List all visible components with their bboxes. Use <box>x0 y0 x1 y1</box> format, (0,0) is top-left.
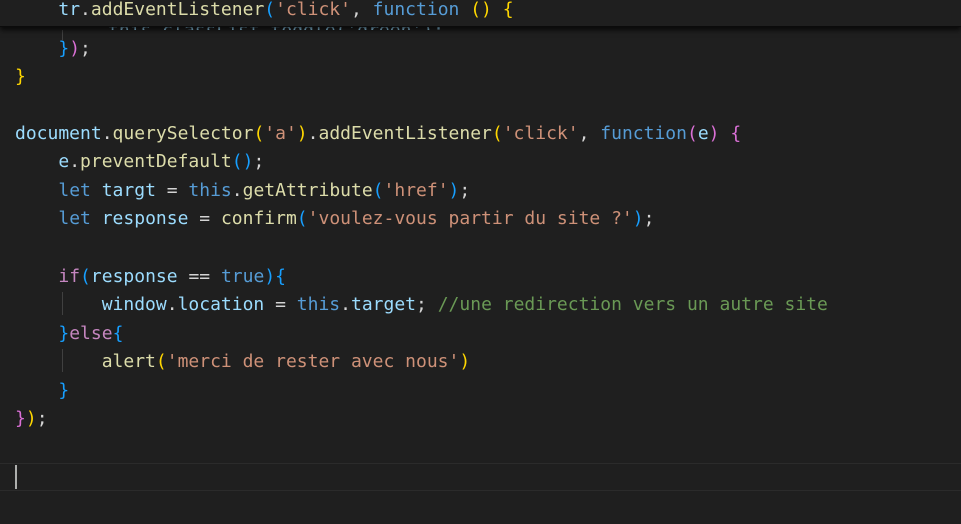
code-line[interactable]: alert('merci de rester avec nous') <box>15 348 470 377</box>
code-line[interactable]: let targt = this.getAttribute('href'); <box>15 177 470 206</box>
text-cursor <box>15 465 17 489</box>
code-line[interactable]: e.preventDefault(); <box>15 148 264 177</box>
code-line[interactable]: document.querySelector('a').addEventList… <box>15 120 741 149</box>
current-line-highlight[interactable] <box>0 463 961 491</box>
code-comment: //une redirection vers un autre site <box>437 294 828 315</box>
code-line[interactable]: window.location = this.target; //une red… <box>15 291 828 320</box>
code-editor[interactable]: this.classList.toggle('green'); tr.addEv… <box>0 0 961 524</box>
code-line[interactable]: }else{ <box>15 320 123 349</box>
code-line[interactable]: if(response == true){ <box>15 263 286 292</box>
code-line[interactable]: } <box>15 377 69 406</box>
sticky-code-line[interactable]: tr.addEventListener('click', function ()… <box>15 0 513 25</box>
code-line[interactable]: }); <box>15 35 91 64</box>
code-line[interactable]: let response = confirm('voulez-vous part… <box>15 205 654 234</box>
sticky-scroll-header[interactable]: tr.addEventListener('click', function ()… <box>0 0 961 27</box>
code-line[interactable]: } <box>15 63 26 92</box>
code-line[interactable]: }); <box>15 405 48 434</box>
